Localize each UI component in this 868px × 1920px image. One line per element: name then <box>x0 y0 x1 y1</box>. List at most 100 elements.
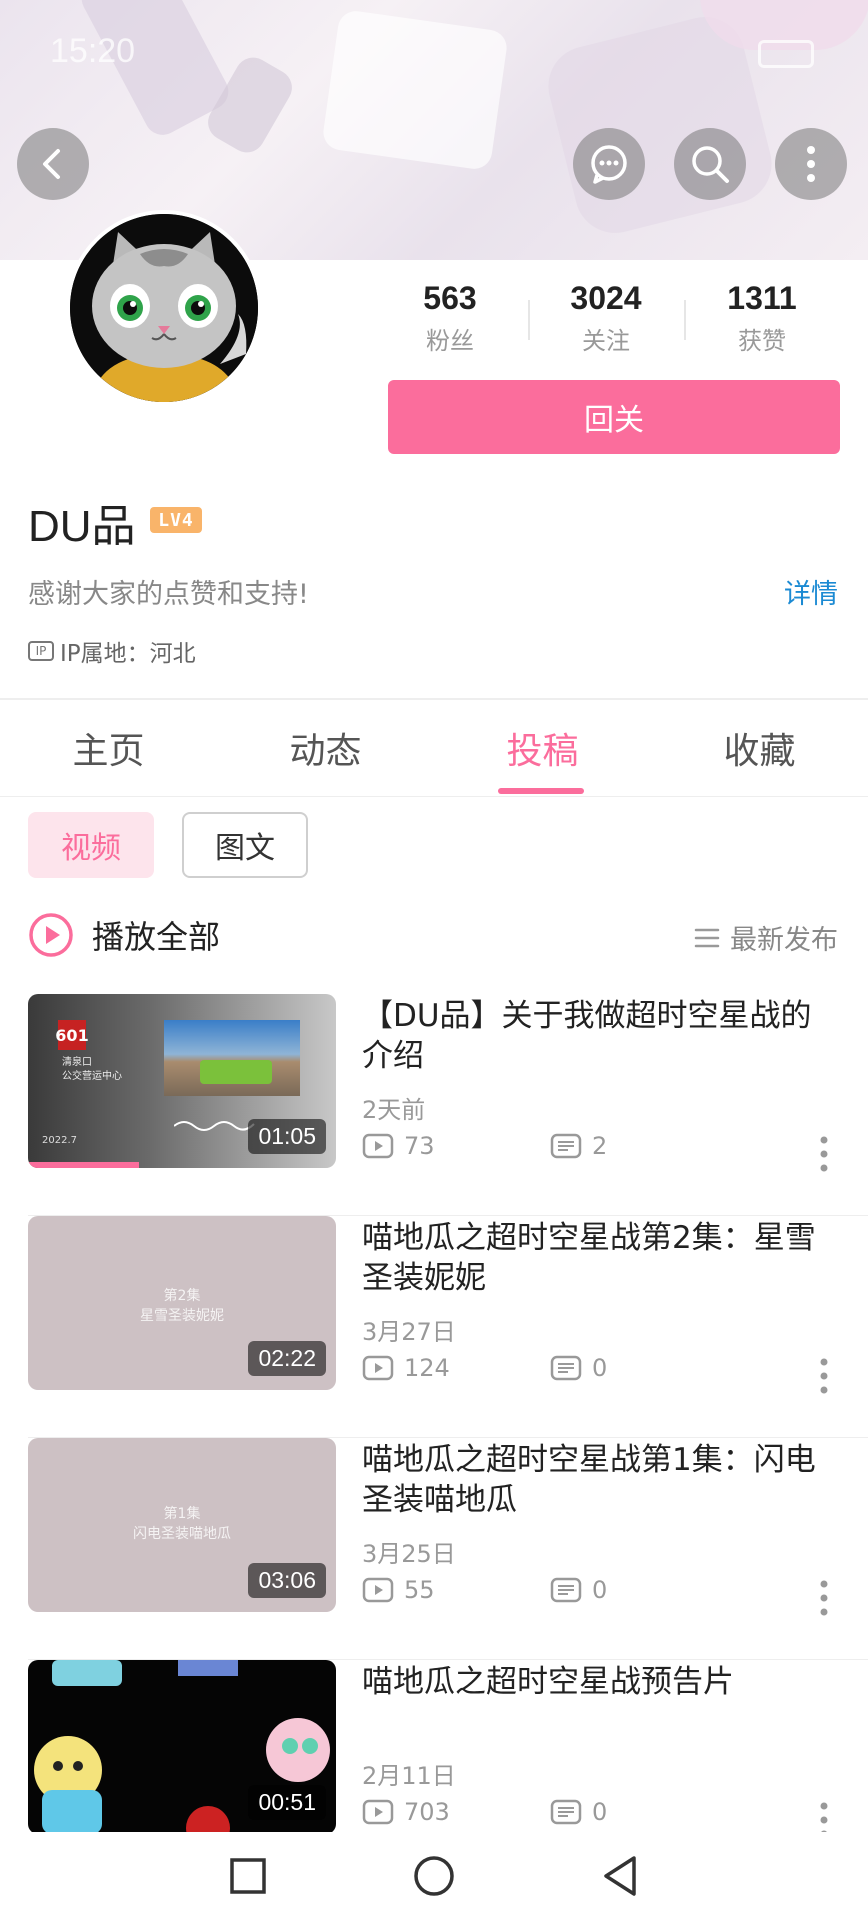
vertical-dots-icon <box>807 146 815 182</box>
video-title[interactable]: 喵地瓜之超时空星战第2集：星雪圣装妮妮 <box>362 1218 832 1298</box>
thumb-caption-line: 第2集 <box>163 1288 201 1304</box>
more-options-button[interactable] <box>775 128 847 200</box>
thumb-caption: 第1集 闪电圣装喵地瓜 <box>28 1504 336 1544</box>
profile-name: DU品 <box>28 502 136 551</box>
video-thumbnail[interactable]: 601 清泉口 公交营运中心 2022.7 01:05 <box>28 994 336 1168</box>
thumb-caption-line: 清泉口 <box>62 1057 92 1068</box>
video-title[interactable]: 喵地瓜之超时空星战第1集：闪电圣装喵地瓜 <box>362 1440 832 1520</box>
search-icon <box>692 146 729 183</box>
thumb-bus-badge: 601 <box>55 1020 89 1050</box>
tab-home[interactable]: 主页 <box>0 722 217 774</box>
play-all-button[interactable]: 播放全部 <box>28 912 220 958</box>
video-duration: 03:06 <box>248 1563 326 1598</box>
video-duration: 01:05 <box>248 1119 326 1154</box>
video-date: 3月27日 <box>362 1318 456 1346</box>
play-count: 124 <box>404 1354 450 1382</box>
following-count: 3024 <box>570 280 642 316</box>
ip-icon: IP <box>28 641 54 661</box>
chevron-left-icon <box>43 149 60 179</box>
video-thumbnail[interactable]: 第2集 星雪圣装妮妮 02:22 <box>28 1216 336 1390</box>
ip-location-label: IP属地：河北 <box>60 641 196 667</box>
play-count-icon <box>362 1355 394 1381</box>
video-thumbnail[interactable]: 00:51 <box>28 1660 336 1834</box>
comment-count-icon <box>550 1355 582 1381</box>
triangle-back-icon <box>604 1856 636 1896</box>
follow-back-button[interactable]: 回关 <box>388 380 840 454</box>
video-plays: 703 <box>362 1798 450 1826</box>
play-count: 73 <box>404 1132 435 1160</box>
video-plays: 124 <box>362 1354 450 1382</box>
comment-count-icon <box>550 1577 582 1603</box>
level-badge: LV4 <box>150 507 202 533</box>
tabs-divider <box>0 796 868 797</box>
home-button[interactable] <box>408 1850 460 1902</box>
profile-bio: 感谢大家的点赞和支持! <box>28 579 309 610</box>
comment-count: 2 <box>592 1132 608 1160</box>
stat-following[interactable]: 3024 关注 <box>536 280 676 356</box>
back-nav-button[interactable] <box>594 1850 646 1902</box>
status-time: 15:20 <box>50 32 136 70</box>
tab-favorites[interactable]: 收藏 <box>651 722 868 774</box>
video-more-icon[interactable] <box>810 1578 838 1618</box>
play-count: 55 <box>404 1576 435 1604</box>
video-title[interactable]: 喵地瓜之超时空星战预告片 <box>362 1662 832 1702</box>
stat-likes[interactable]: 1311 获赞 <box>692 280 832 356</box>
comment-count-icon <box>550 1133 582 1159</box>
list-icon <box>694 928 720 947</box>
filter-graphic-chip[interactable]: 图文 <box>182 812 308 878</box>
active-tab-indicator <box>498 788 584 794</box>
search-button[interactable] <box>674 128 746 200</box>
video-comments: 0 <box>550 1576 607 1604</box>
stat-fans[interactable]: 563 粉丝 <box>380 280 520 356</box>
sort-button[interactable]: 最新发布 <box>694 918 838 957</box>
thumb-caption-line: 星雪圣装妮妮 <box>140 1308 224 1324</box>
detail-link[interactable]: 详情 <box>784 572 838 611</box>
chat-bubble-icon <box>591 145 627 184</box>
thumb-caption: 清泉口 公交营运中心 <box>62 1056 122 1084</box>
thumb-caption-line: 第1集 <box>163 1506 201 1522</box>
thumb-caption: 第2集 星雪圣装妮妮 <box>28 1286 336 1326</box>
thumb-watermark: 2022.7 <box>42 1135 77 1146</box>
stat-divider <box>528 300 530 340</box>
comment-count: 0 <box>592 1576 608 1604</box>
video-date: 3月25日 <box>362 1540 456 1568</box>
play-count-icon <box>362 1133 394 1159</box>
stat-divider <box>684 300 686 340</box>
video-more-icon[interactable] <box>810 1356 838 1396</box>
play-count-icon <box>362 1577 394 1603</box>
play-count: 703 <box>404 1798 450 1826</box>
thumb-caption-line: 公交营运中心 <box>62 1071 122 1082</box>
avatar[interactable] <box>66 210 262 406</box>
video-date: 2月11日 <box>362 1762 456 1790</box>
likes-count: 1311 <box>727 280 797 316</box>
filter-video-chip[interactable]: 视频 <box>28 812 154 878</box>
battery-icon <box>758 40 814 68</box>
square-icon <box>230 1858 266 1894</box>
cat-avatar-image <box>70 214 258 402</box>
video-plays: 73 <box>362 1132 435 1160</box>
video-title[interactable]: 【DU品】关于我做超时空星战的介绍 <box>362 996 832 1076</box>
tab-activity[interactable]: 动态 <box>217 722 434 774</box>
watch-progress-bar <box>28 1162 139 1168</box>
circle-icon <box>414 1856 454 1896</box>
comment-count-icon <box>550 1799 582 1825</box>
video-comments: 2 <box>550 1132 607 1160</box>
message-button[interactable] <box>573 128 645 200</box>
video-item[interactable]: 第2集 星雪圣装妮妮 02:22 喵地瓜之超时空星战第2集：星雪圣装妮妮 3月2… <box>0 1216 868 1438</box>
video-date: 2天前 <box>362 1096 426 1124</box>
video-comments: 0 <box>550 1798 607 1826</box>
video-comments: 0 <box>550 1354 607 1382</box>
play-circle-icon <box>29 913 73 957</box>
following-label: 关注 <box>582 327 630 355</box>
video-thumbnail[interactable]: 第1集 闪电圣装喵地瓜 03:06 <box>28 1438 336 1612</box>
tab-posts[interactable]: 投稿 <box>434 722 651 774</box>
video-item[interactable]: 第1集 闪电圣装喵地瓜 03:06 喵地瓜之超时空星战第1集：闪电圣装喵地瓜 3… <box>0 1438 868 1660</box>
ip-location: IP IP属地：河北 <box>28 634 196 668</box>
back-button[interactable] <box>17 128 89 200</box>
likes-label: 获赞 <box>738 327 786 355</box>
comment-count: 0 <box>592 1798 608 1826</box>
recents-button[interactable] <box>222 1850 274 1902</box>
video-plays: 55 <box>362 1576 435 1604</box>
video-item[interactable]: 601 清泉口 公交营运中心 2022.7 01:05 【DU品】关于我做超时空… <box>0 994 868 1216</box>
video-more-icon[interactable] <box>810 1134 838 1174</box>
